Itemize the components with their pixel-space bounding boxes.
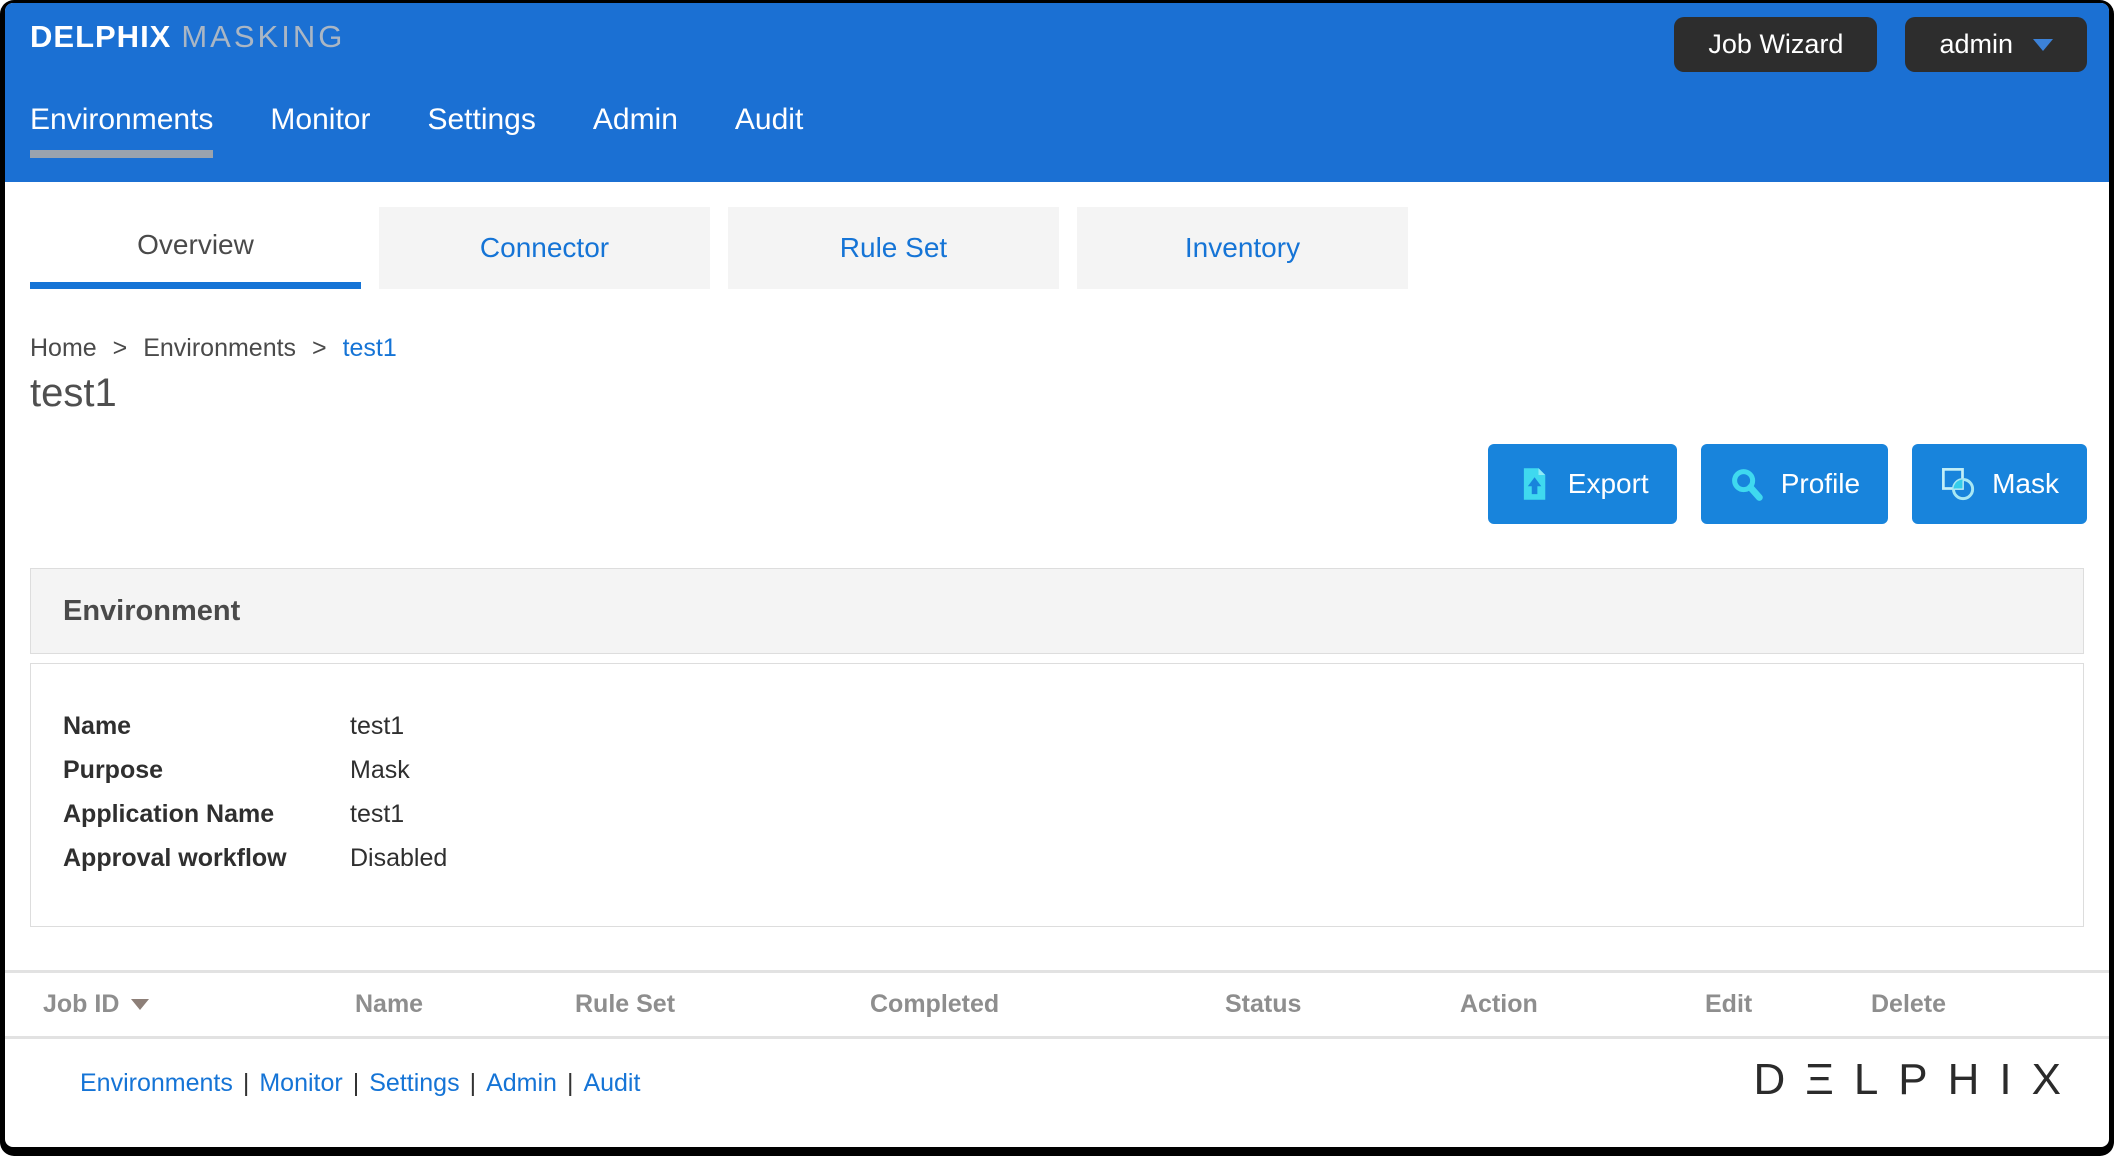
export-icon	[1516, 466, 1552, 502]
detail-label: Approval workflow	[63, 836, 350, 880]
footer-separator: |	[243, 1069, 250, 1097]
header-buttons: Job Wizard admin	[1674, 17, 2087, 72]
app-header: DELPHIX MASKING Job Wizard admin Environm…	[5, 3, 2109, 182]
detail-row-approval-workflow: Approval workflow Disabled	[63, 836, 2083, 880]
detail-value: Mask	[350, 748, 410, 792]
nav-item-environments[interactable]: Environments	[30, 103, 213, 158]
detail-value: test1	[350, 704, 404, 748]
nav-item-audit[interactable]: Audit	[735, 103, 803, 158]
delphix-wordmark-logo: DΞLPHIX	[1753, 1055, 2081, 1105]
user-menu-button[interactable]: admin	[1905, 17, 2087, 72]
nav-item-admin[interactable]: Admin	[593, 103, 678, 158]
profile-button-label: Profile	[1781, 468, 1860, 500]
breadcrumb-separator: >	[312, 334, 327, 362]
detail-label: Name	[63, 704, 350, 748]
mask-button[interactable]: Mask	[1912, 444, 2087, 524]
column-header-name[interactable]: Name	[355, 990, 575, 1019]
environment-panel-body: Name test1 Purpose Mask Application Name…	[30, 663, 2084, 927]
chevron-down-icon	[2033, 39, 2053, 51]
column-header-job-id[interactable]: Job ID	[43, 990, 355, 1019]
user-menu-label: admin	[1939, 29, 2013, 60]
column-header-label: Job ID	[43, 990, 119, 1019]
detail-row-name: Name test1	[63, 704, 2083, 748]
brand-logo: DELPHIX MASKING	[30, 19, 345, 55]
footer: Environments | Monitor | Settings | Admin | Audi…	[5, 1039, 2109, 1098]
breadcrumb-environments[interactable]: Environments	[143, 334, 296, 362]
mask-icon	[1940, 466, 1976, 502]
breadcrumb-current[interactable]: test1	[343, 334, 397, 362]
subtabs: Overview Connector Rule Set Inventory	[30, 207, 2084, 289]
column-header-rule-set[interactable]: Rule Set	[575, 990, 870, 1019]
search-icon	[1729, 466, 1765, 502]
column-header-delete[interactable]: Delete	[1871, 990, 1946, 1019]
footer-separator: |	[567, 1069, 574, 1097]
tab-rule-set[interactable]: Rule Set	[728, 207, 1059, 289]
footer-separator: |	[353, 1069, 360, 1097]
footer-link-monitor[interactable]: Monitor	[259, 1069, 342, 1097]
export-button-label: Export	[1568, 468, 1649, 500]
footer-link-environments[interactable]: Environments	[80, 1069, 233, 1097]
footer-link-admin[interactable]: Admin	[486, 1069, 557, 1097]
brand-secondary: MASKING	[181, 19, 345, 54]
window-frame: DELPHIX MASKING Job Wizard admin Environm…	[0, 0, 2114, 1156]
page-title: test1	[30, 371, 2109, 416]
detail-label: Application Name	[63, 792, 350, 836]
mask-button-label: Mask	[1992, 468, 2059, 500]
profile-button[interactable]: Profile	[1701, 444, 1888, 524]
footer-link-audit[interactable]: Audit	[583, 1069, 640, 1097]
column-header-edit[interactable]: Edit	[1705, 990, 1871, 1019]
breadcrumb-separator: >	[113, 334, 128, 362]
detail-value: test1	[350, 792, 404, 836]
breadcrumb: Home > Environments > test1	[30, 334, 2109, 363]
detail-row-purpose: Purpose Mask	[63, 748, 2083, 792]
brand-primary: DELPHIX	[30, 19, 171, 54]
nav-item-monitor[interactable]: Monitor	[270, 103, 370, 158]
detail-row-application-name: Application Name test1	[63, 792, 2083, 836]
footer-link-settings[interactable]: Settings	[369, 1069, 459, 1097]
tab-overview[interactable]: Overview	[30, 207, 361, 289]
detail-label: Purpose	[63, 748, 350, 792]
tab-connector[interactable]: Connector	[379, 207, 710, 289]
detail-value: Disabled	[350, 836, 447, 880]
nav-item-settings[interactable]: Settings	[427, 103, 535, 158]
sort-desc-icon	[131, 999, 149, 1010]
tab-inventory[interactable]: Inventory	[1077, 207, 1408, 289]
job-wizard-button[interactable]: Job Wizard	[1674, 17, 1877, 72]
action-buttons: Export Profile Mask	[5, 444, 2087, 524]
environment-panel: Environment Name test1 Purpose Mask Appl…	[30, 568, 2084, 927]
environment-panel-header: Environment	[30, 568, 2084, 654]
footer-separator: |	[470, 1069, 477, 1097]
column-header-status[interactable]: Status	[1225, 990, 1460, 1019]
export-button[interactable]: Export	[1488, 444, 1677, 524]
main-nav: Environments Monitor Settings Admin Audi…	[30, 103, 803, 158]
breadcrumb-home[interactable]: Home	[30, 334, 97, 362]
jobs-table-header: Job ID Name Rule Set Completed Status Ac…	[5, 970, 2109, 1039]
column-header-completed[interactable]: Completed	[870, 990, 1225, 1019]
app-page: DELPHIX MASKING Job Wizard admin Environm…	[5, 3, 2109, 1147]
column-header-action[interactable]: Action	[1460, 990, 1705, 1019]
